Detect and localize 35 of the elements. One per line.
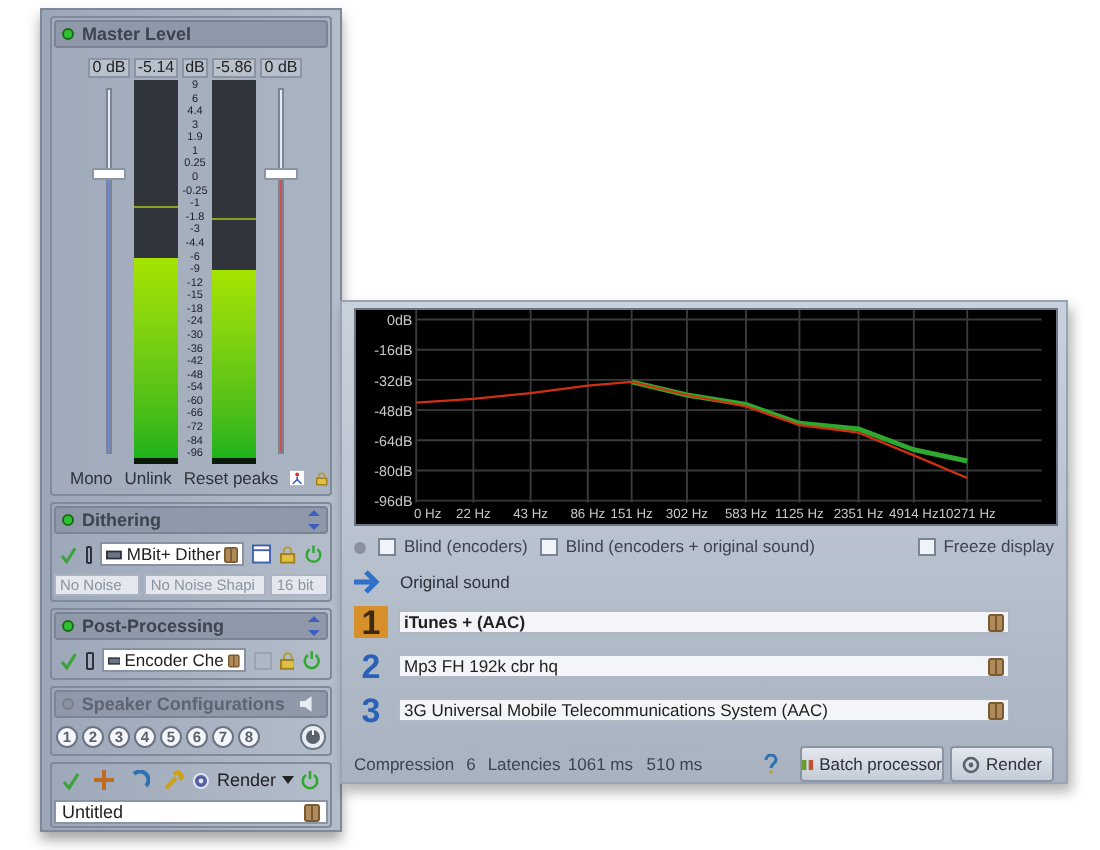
encoder-number[interactable]: 3 [354,694,388,726]
section-header[interactable]: Dithering [54,506,328,534]
original-sound-label[interactable]: Original sound [400,573,510,591]
plugin-name: Encoder Che [124,651,224,669]
section-title: Dithering [82,511,161,529]
section-header[interactable]: Post-Processing [54,612,328,640]
compression-label: Compression [354,755,455,773]
plugin-field[interactable]: MBit+ Dither [100,542,245,566]
checkbox-label: Freeze display [943,538,1054,556]
project-name-field[interactable]: Untitled [54,800,328,824]
encoder-field[interactable]: Mp3 FH 192k cbr hq [398,654,1010,678]
level-readout: 0 dB [88,58,130,78]
footer-button[interactable]: Batch processor [800,746,944,782]
plugin-field[interactable]: Encoder Che [101,648,246,672]
meter-option-button[interactable]: Mono [70,469,113,487]
render-menu[interactable]: Render [216,771,276,789]
encoder-number[interactable]: 2 [354,650,388,682]
encoder-field[interactable]: 3G Universal Mobile Telecommunications System (AAC) [398,698,1010,722]
meter-option-button[interactable]: Unlink [124,469,172,487]
level-readout: -5.14 [134,58,178,78]
latencies-label: Latencies [487,755,561,773]
meter-option-button[interactable]: Reset peaks [183,469,279,487]
section-title: Speaker Configurations [81,695,285,713]
checkbox-label: Blind (encoders) [404,538,528,556]
checkbox-label: Blind (encoders + original sound) [565,538,815,556]
plugin-name: MBit+ Dither [126,545,221,563]
section-title: Post-Processing [82,617,225,635]
footer-button[interactable]: Render [950,746,1054,782]
level-readout: dB [182,58,208,78]
encoder-field[interactable]: iTunes + (AAC) [398,610,1010,634]
encoder-number[interactable]: 1 [354,606,388,638]
section-title: Master Level [82,25,192,43]
level-readout: -5.86 [212,58,256,78]
level-readout: 0 dB [260,58,302,78]
section-header[interactable]: Master Level [54,20,328,48]
